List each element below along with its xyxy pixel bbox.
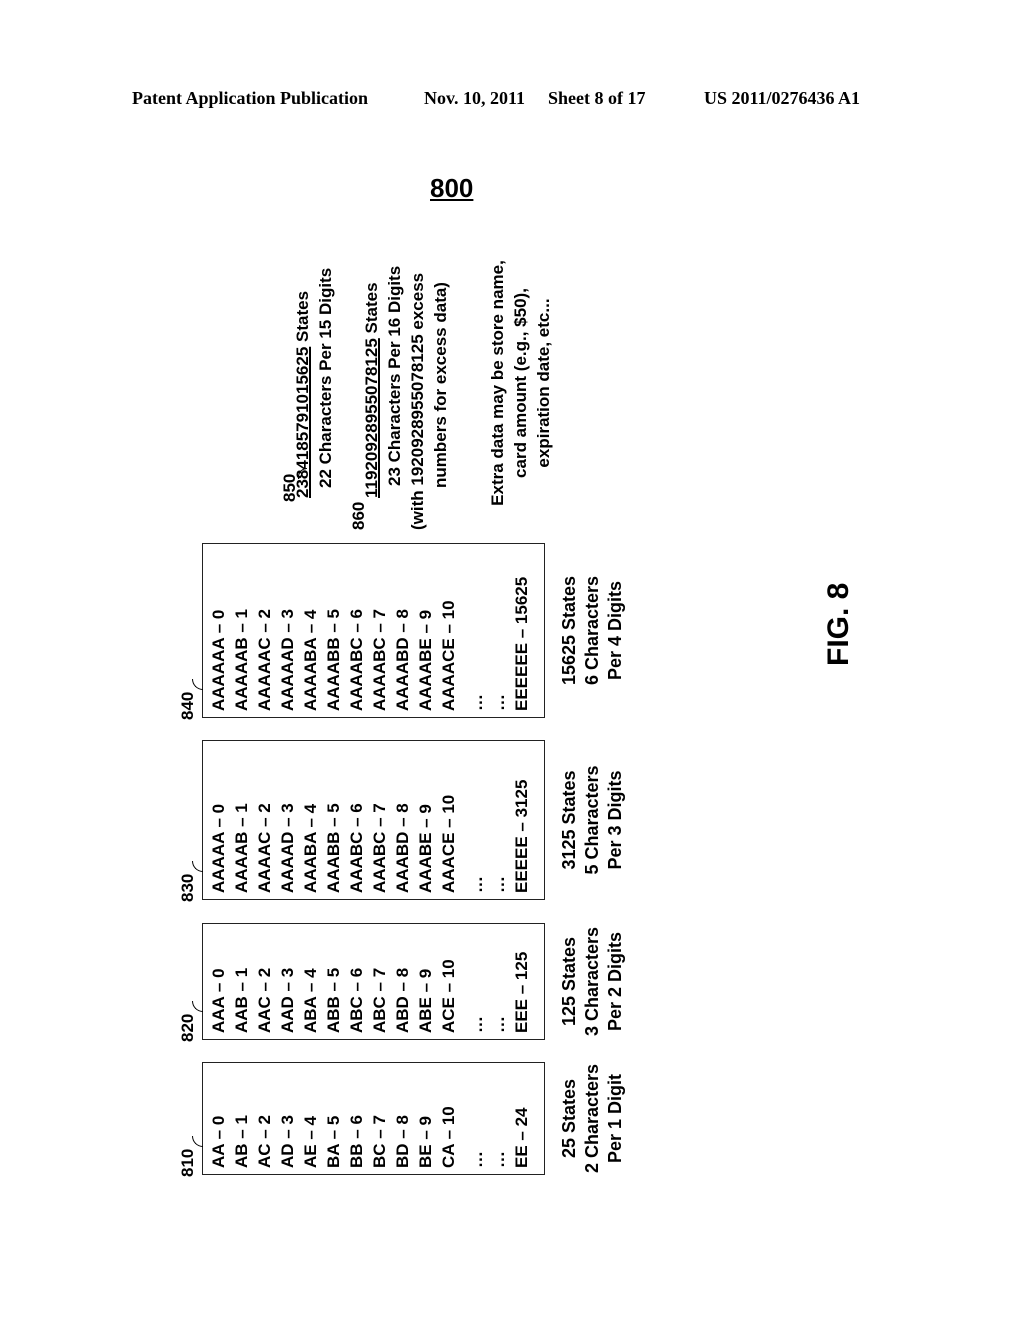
table-entry: AAAAC – 2 [255,803,274,893]
table-entry: AAABA – 4 [301,803,320,893]
table-entry: … [467,1016,486,1033]
note-850-line1: 2384185791015625 States [291,291,314,498]
table-entry: AA – 0 [209,1115,228,1168]
table-caption-line: Per 3 Digits [605,770,625,870]
extra-data-line1: Extra data may be store name, [488,260,507,506]
table-entry: ABC – 6 [347,967,366,1033]
leader-line-840 [192,679,203,690]
table-entry: AAACE – 10 [439,794,458,893]
table-caption-line: Per 2 Digits [605,931,625,1032]
table-caption-line: 15625 States [559,575,579,686]
table-entry: ABB – 5 [324,967,343,1033]
ref-860: 860 [349,501,368,530]
table-caption-line: 5 Characters [582,765,602,875]
table-entry: CA – 10 [439,1106,458,1168]
table-entry: EEE – 125 [512,951,531,1033]
table-entry: AAAAAA – 0 [209,609,228,711]
table-caption-line: 3125 States [559,770,579,870]
note-860-line1: 11920928955078125 States [360,282,383,498]
table-entry: AAC – 2 [255,967,274,1033]
table-entry: AAAABB – 5 [324,608,343,711]
table-entry: BA – 5 [324,1115,343,1168]
table-entry: EE – 24 [512,1107,531,1169]
table-entry: ABD – 8 [393,967,412,1033]
table-caption-line: 2 Characters [582,1063,602,1174]
figure-8-diagram: FIG. 8 AA – 0 AB – 1 AC – 2 AD – 3 AE – 4 BA … [0,180,855,1200]
table-entry: AAAABA – 4 [301,609,320,711]
patent-number: US 2011/0276436 A1 [704,88,861,108]
sheet-number: Sheet 8 of 17 [548,88,646,108]
table-entry: AAABD – 8 [393,803,412,893]
table-caption-line: Per 1 Digit [605,1073,625,1164]
table-entry: AAD – 3 [278,967,297,1033]
table-entry: … [467,694,486,711]
table-entry: BE – 9 [416,1116,435,1168]
note-860-line2: 23 Characters Per 16 Digits [385,265,404,486]
table-entry: … [489,1016,508,1033]
table-entry: … [467,876,486,893]
table-caption-line: 125 States [559,936,579,1027]
table-entry: AAAACE – 10 [439,600,458,711]
table-entry: AB – 1 [232,1115,251,1168]
table-entry: … [489,876,508,893]
ref-810: 810 [178,1148,197,1177]
leader-line-810 [192,1136,203,1147]
table-entry: AAAABC – 6 [347,608,366,711]
table-entry: AAAAAB – 1 [232,608,251,711]
table-entry: ABC – 7 [370,967,389,1033]
states-860-number: 11920928955078125 [362,338,381,498]
table-entry: AAB – 1 [232,967,251,1033]
table-entry: BC – 7 [370,1115,389,1168]
ref-830: 830 [178,873,197,902]
states-850-suffix: States [293,290,312,347]
leader-line-820 [192,1001,203,1012]
table-entry: AAAAD – 3 [278,803,297,893]
table-entry: … [489,694,508,711]
leader-line-830 [192,861,203,872]
states-860-suffix: States [362,282,381,339]
table-entry: … [467,1151,486,1168]
table-caption-line: 6 Characters [582,575,602,686]
table-entry: EEEEEE – 15625 [512,576,531,711]
publication-title: Patent Application Publication [132,88,369,108]
table-entry: AAAAAD – 3 [278,608,297,711]
table-entry: … [489,1151,508,1168]
ref-840: 840 [178,691,197,720]
table-entry: AAABE – 9 [416,804,435,893]
table-entry: AAABC – 6 [347,803,366,893]
note-850-line2: 22 Characters Per 15 Digits [316,267,335,488]
table-entry: ABA – 4 [301,968,320,1033]
table-entry: BB – 6 [347,1115,366,1168]
table-entry: AC – 2 [255,1115,274,1168]
table-entry: AAABC – 7 [370,803,389,893]
table-caption-line: 25 States [559,1078,579,1159]
table-entry: BD – 8 [393,1115,412,1168]
table-entry: ABE – 9 [416,968,435,1033]
table-entry: EEEEE – 3125 [512,779,531,893]
table-entry: AAAAA – 0 [209,803,228,893]
table-entry: AD – 3 [278,1115,297,1168]
table-entry: AAABB – 5 [324,803,343,893]
extra-data-line3: expiration date, etc... [534,298,553,468]
ref-820: 820 [178,1013,197,1042]
table-entry: AAAABD – 8 [393,608,412,711]
table-caption-line: Per 4 Digits [605,580,625,681]
table-caption-line: 3 Characters [582,926,602,1037]
table-entry: AAA – 0 [209,968,228,1033]
note-860-line4: numbers for excess data) [431,282,450,488]
table-entry: AAAABE – 9 [416,609,435,711]
note-860-line3: (with 1920928955078125 excess [408,272,427,530]
table-entry: AAAAB – 1 [232,803,251,893]
table-entry: AAAAAC – 2 [255,608,274,711]
table-entry: ACE – 10 [439,959,458,1033]
states-850-number: 2384185791015625 [293,346,312,498]
figure-label: FIG. 8 [822,582,855,666]
publication-date: Nov. 10, 2011 [424,88,526,108]
table-entry: AE – 4 [301,1116,320,1168]
table-entry: AAAABC – 7 [370,608,389,711]
extra-data-line2: card amount (e.g., $50), [511,288,530,478]
